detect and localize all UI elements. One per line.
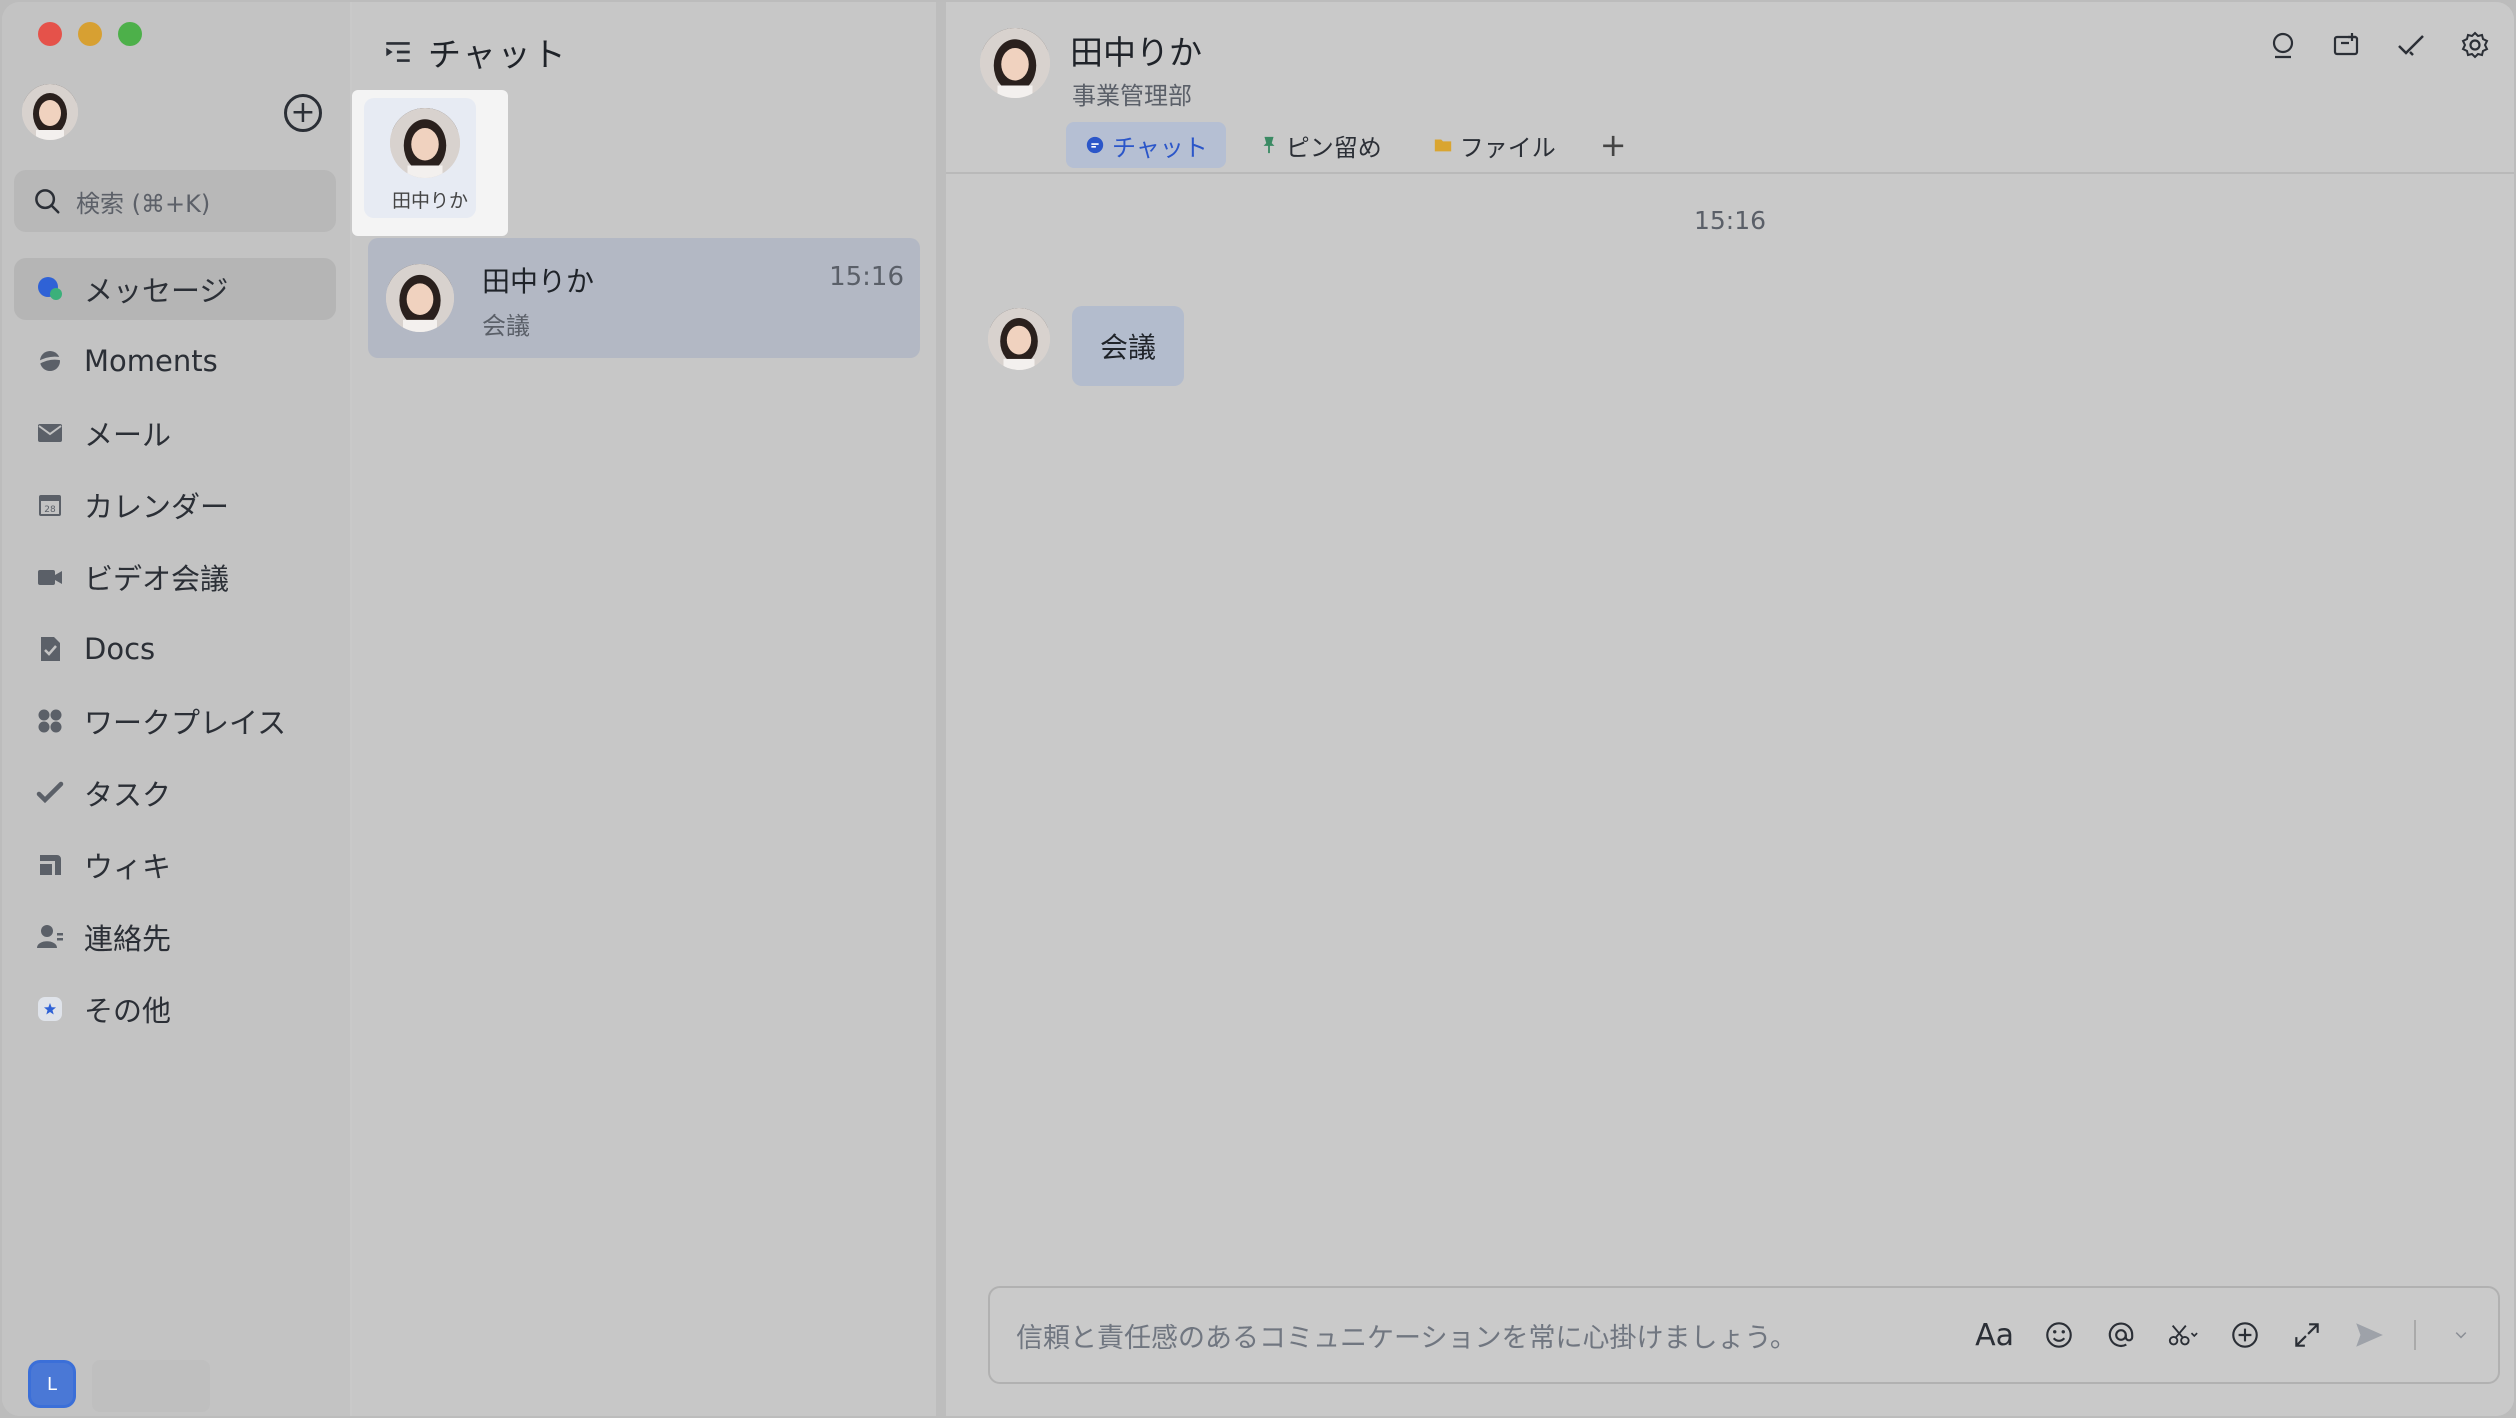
message-icon [34, 273, 66, 305]
create-group-icon[interactable] [2332, 30, 2362, 60]
sidebar-item-tasks[interactable]: タスク [14, 762, 336, 824]
calendar-icon: 28 [34, 489, 66, 521]
svg-text:28: 28 [44, 505, 56, 515]
chat-pane: 田中りか 事業管理部 チャット ピン留め ファイル + 15:16 会議 信頼と… [946, 2, 2514, 1416]
plus-icon: + [290, 95, 316, 130]
chat-tabs: チャット ピン留め ファイル + [1066, 122, 1639, 168]
sidebar: + 検索 (⌘+K) メッセージ Moments メール 28 カレンダー ビデ… [2, 2, 350, 1416]
composer-input[interactable]: 信頼と責任感のあるコミュニケーションを常に心掛けましょう。 [1016, 1316, 1975, 1355]
moments-icon [34, 345, 66, 377]
sidebar-item-video[interactable]: ビデオ会議 [14, 546, 336, 608]
sidebar-item-mail[interactable]: メール [14, 402, 336, 464]
mention-icon[interactable] [2104, 1318, 2138, 1352]
expand-icon[interactable] [2290, 1318, 2324, 1352]
sidebar-item-label: 連絡先 [84, 922, 172, 956]
more-icon [34, 993, 66, 1025]
sidebar-item-label: Docs [84, 632, 156, 666]
folder-icon [1432, 134, 1454, 156]
panel-divider[interactable] [936, 2, 946, 1416]
sidebar-item-label: ワークプレイス [84, 706, 287, 740]
conversation-avatar [386, 264, 454, 332]
chat-bubble-icon [1084, 134, 1106, 156]
search-placeholder: 検索 (⌘+K) [76, 189, 211, 218]
contacts-icon [34, 921, 66, 953]
search-chat-icon[interactable] [2268, 30, 2298, 60]
workplace-icon [34, 705, 66, 737]
sidebar-item-workplace[interactable]: ワークプレイス [14, 690, 336, 752]
close-window-button[interactable] [38, 22, 62, 46]
video-icon [34, 561, 66, 593]
text-format-button[interactable]: Aa [1975, 1318, 2014, 1353]
tab-pinned[interactable]: ピン留め [1240, 122, 1400, 168]
minimize-window-button[interactable] [78, 22, 102, 46]
window-controls [38, 22, 142, 46]
sidebar-nav: メッセージ Moments メール 28 カレンダー ビデオ会議 Docs ワー… [14, 258, 336, 1050]
add-attachment-icon[interactable] [2228, 1318, 2262, 1352]
workspace-switcher[interactable]: L [28, 1360, 76, 1408]
conversation-time: 15:16 [829, 262, 904, 292]
sidebar-item-docs[interactable]: Docs [14, 618, 336, 680]
search-icon [35, 189, 60, 214]
tab-label: ピン留め [1285, 133, 1382, 162]
sidebar-item-label: ウィキ [84, 850, 172, 884]
sidebar-item-wiki[interactable]: ウィキ [14, 834, 336, 896]
sidebar-item-label: メッセージ [84, 274, 229, 308]
maximize-window-button[interactable] [118, 22, 142, 46]
add-button[interactable]: + [284, 94, 322, 132]
workspace-name-placeholder [92, 1360, 210, 1412]
sidebar-item-label: ビデオ会議 [84, 562, 230, 596]
screenshot-scissors-icon[interactable] [2166, 1318, 2200, 1352]
sidebar-item-messages[interactable]: メッセージ [14, 258, 336, 320]
pin-icon [1258, 134, 1280, 156]
add-tab-button[interactable]: + [1588, 126, 1639, 164]
message-time-divider: 15:16 [1693, 206, 1767, 235]
send-icon[interactable] [2352, 1318, 2386, 1352]
conversation-item[interactable]: 田中りか 15:16 会議 [368, 238, 920, 358]
pinned-contact-avatar [390, 108, 460, 178]
sidebar-item-label: メール [84, 418, 172, 452]
sidebar-item-label: Moments [84, 344, 218, 378]
send-options-chevron-icon[interactable] [2444, 1318, 2478, 1352]
chat-list-panel: チャット 田中りか 田中りか 15:16 会議 [352, 2, 936, 1416]
sidebar-item-label: カレンダー [84, 490, 230, 524]
pinned-contact[interactable]: 田中りか [352, 90, 508, 236]
pinned-contact-name: 田中りか [391, 190, 468, 212]
task-icon [34, 777, 66, 809]
sidebar-item-label: その他 [84, 994, 172, 1028]
sidebar-item-label: タスク [84, 778, 172, 812]
app-window: + 検索 (⌘+K) メッセージ Moments メール 28 カレンダー ビデ… [2, 2, 2514, 1416]
profile-avatar[interactable] [22, 84, 78, 140]
task-check-icon[interactable] [2396, 30, 2426, 60]
search-input[interactable]: 検索 (⌘+K) [14, 170, 336, 232]
conversation-name: 田中りか [482, 265, 595, 298]
sidebar-item-contacts[interactable]: 連絡先 [14, 906, 336, 968]
chat-list-title: チャット [428, 35, 568, 74]
tab-files[interactable]: ファイル [1414, 122, 1574, 168]
wiki-icon [34, 849, 66, 881]
chat-list-header: チャット [382, 28, 568, 76]
message-composer[interactable]: 信頼と責任感のあるコミュニケーションを常に心掛けましょう。 Aa [988, 1286, 2500, 1384]
chat-header-avatar[interactable] [980, 28, 1050, 98]
tab-label: チャット [1112, 133, 1208, 162]
sidebar-item-more[interactable]: その他 [14, 978, 336, 1040]
tab-label: ファイル [1459, 133, 1556, 162]
mail-icon [34, 417, 66, 449]
composer-separator [2414, 1320, 2416, 1350]
message-sender-avatar[interactable] [988, 308, 1050, 370]
chat-subtitle: 事業管理部 [1072, 82, 1192, 110]
settings-gear-icon[interactable] [2460, 30, 2490, 60]
sidebar-item-moments[interactable]: Moments [14, 330, 336, 392]
chat-header-actions [2268, 30, 2490, 60]
emoji-icon[interactable] [2042, 1318, 2076, 1352]
message-bubble[interactable]: 会議 [1072, 306, 1185, 386]
collapse-list-icon[interactable] [382, 36, 414, 68]
chat-title[interactable]: 田中りか [1070, 26, 1202, 74]
chat-header: 田中りか 事業管理部 チャット ピン留め ファイル + [946, 2, 2514, 174]
conversation-preview: 会議 [482, 312, 530, 340]
docs-icon [34, 633, 66, 665]
composer-toolbar: Aa [1975, 1318, 2498, 1353]
tab-chat[interactable]: チャット [1066, 122, 1226, 168]
sidebar-item-calendar[interactable]: 28 カレンダー [14, 474, 336, 536]
